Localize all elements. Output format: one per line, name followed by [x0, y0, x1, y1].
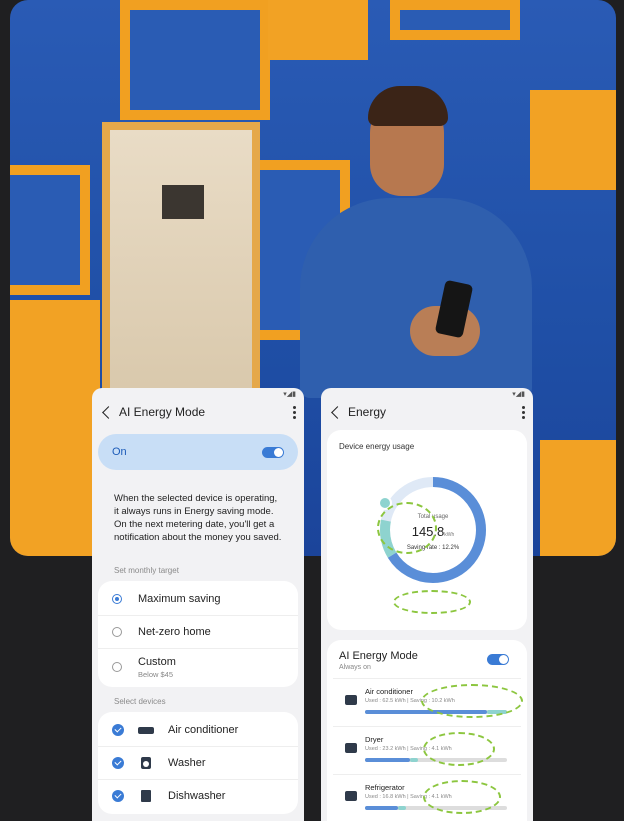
device-label: Air conditioner — [168, 724, 239, 736]
device-list: Air conditioner Washer Dishwasher — [98, 712, 298, 814]
radio-icon[interactable] — [112, 627, 122, 637]
ai-mode-title: AI Energy Mode — [339, 650, 418, 662]
saving-fill — [397, 806, 406, 810]
device-name: Refrigerator — [365, 783, 405, 792]
target-section-label: Set monthly target — [114, 566, 179, 575]
ai-mode-toggle[interactable] — [487, 654, 509, 665]
shelf — [390, 0, 520, 40]
energy-screen: ▾◢▮ Energy Device energy usage Total usa… — [321, 388, 533, 821]
back-arrow-icon[interactable] — [102, 405, 115, 419]
dryer-icon — [345, 743, 357, 753]
device-item-washer[interactable]: Washer — [98, 747, 298, 780]
more-options-icon[interactable] — [293, 405, 296, 419]
air-conditioner-icon — [345, 695, 357, 705]
device-label: Dishwasher — [168, 790, 226, 802]
target-label: Custom — [138, 655, 176, 668]
shelf — [268, 0, 368, 60]
dishwasher-icon — [138, 790, 154, 802]
checkbox-checked-icon[interactable] — [112, 724, 124, 736]
device-label: Washer — [168, 757, 206, 769]
ai-energy-mode-screen: ▾◢▮ AI Energy Mode On When the selected … — [92, 388, 304, 821]
back-arrow-icon[interactable] — [331, 405, 344, 419]
target-options: Maximum saving Net-zero home Custom Belo… — [98, 581, 298, 687]
air-conditioner-icon — [138, 724, 154, 736]
target-option-net-zero[interactable]: Net-zero home — [98, 616, 298, 649]
device-name: Dryer — [365, 735, 384, 744]
page-title: AI Energy Mode — [119, 405, 206, 419]
mode-description: When the selected device is operating, i… — [114, 493, 282, 543]
ai-mode-subtitle: Always on — [339, 664, 371, 671]
target-sublabel: Below $45 — [138, 669, 174, 679]
used-fill — [365, 758, 411, 762]
highlight-ring — [393, 590, 471, 614]
shelf — [530, 90, 616, 190]
radio-selected-icon[interactable] — [112, 594, 122, 604]
device-energy-usage-card: Device energy usage Total usage 145.8kWh… — [327, 430, 527, 630]
radio-icon[interactable] — [112, 662, 122, 672]
device-item-air-conditioner[interactable]: Air conditioner — [98, 714, 298, 747]
shelf — [10, 165, 90, 295]
checkbox-checked-icon[interactable] — [112, 757, 124, 769]
target-option-custom[interactable]: Custom Below $45 — [98, 649, 298, 685]
app-bar: AI Energy Mode — [92, 398, 304, 426]
refrigerator-icon — [345, 791, 357, 801]
target-label: Net-zero home — [138, 626, 211, 638]
highlight-ring — [377, 502, 437, 554]
highlight-ring — [423, 780, 501, 814]
more-options-icon[interactable] — [522, 405, 525, 419]
device-name: Air conditioner — [365, 687, 413, 696]
app-bar: Energy — [321, 398, 533, 426]
page-title: Energy — [348, 405, 387, 419]
highlight-ring — [423, 732, 495, 766]
ac-display-panel — [162, 185, 204, 219]
ai-energy-mode-card: AI Energy Mode Always on Air conditioner… — [327, 640, 527, 821]
saving-fill — [410, 758, 419, 762]
target-option-maximum-saving[interactable]: Maximum saving — [98, 583, 298, 616]
person-torso — [300, 198, 532, 398]
shelf — [120, 0, 270, 120]
status-bar: ▾◢▮ — [512, 391, 525, 398]
checkbox-checked-icon[interactable] — [112, 790, 124, 802]
shelf — [540, 440, 616, 556]
person-with-phone — [290, 86, 540, 398]
shelf — [10, 300, 100, 556]
ai-mode-on-toggle-row[interactable]: On — [98, 434, 298, 470]
highlight-ring — [421, 684, 523, 718]
usage-title: Device energy usage — [339, 442, 415, 451]
used-fill — [365, 806, 398, 810]
device-item-dishwasher[interactable]: Dishwasher — [98, 780, 298, 812]
on-label: On — [112, 446, 127, 458]
air-conditioner-unit — [102, 122, 260, 422]
target-label: Maximum saving — [138, 593, 221, 605]
devices-section-label: Select devices — [114, 697, 166, 706]
on-toggle[interactable] — [262, 446, 284, 458]
status-bar: ▾◢▮ — [283, 391, 296, 398]
person-hair — [368, 86, 448, 126]
washer-icon — [138, 757, 154, 769]
